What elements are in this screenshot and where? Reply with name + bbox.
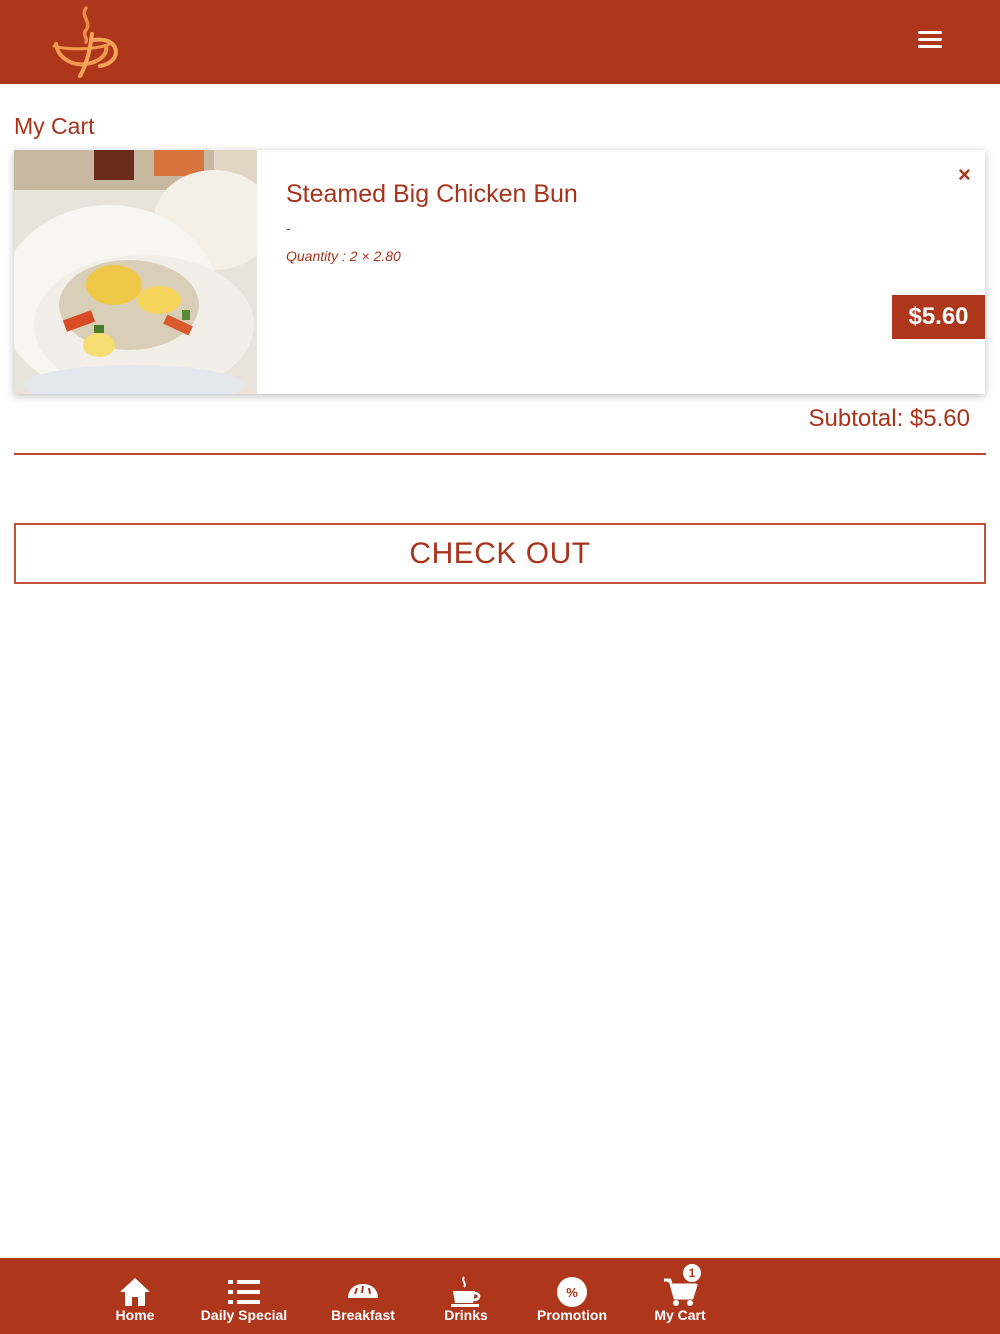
home-icon [115, 1274, 155, 1310]
hamburger-menu-icon[interactable] [912, 26, 948, 56]
bread-icon [343, 1274, 383, 1310]
coffee-cup-icon [446, 1274, 486, 1310]
cart-item-name: Steamed Big Chicken Bun [286, 180, 578, 208]
cart-item-note: - [286, 220, 291, 236]
list-icon [224, 1274, 264, 1310]
checkout-button[interactable]: CHECK OUT [14, 523, 986, 584]
cart-item-price: $5.60 [892, 295, 985, 339]
nav-drinks[interactable]: Drinks [440, 1258, 492, 1334]
subtotal: Subtotal: $5.60 [808, 405, 970, 432]
bottom-navigation: Home Daily Special Breakfast Drinks % Pr… [0, 1258, 1000, 1334]
percent-icon: % [552, 1274, 592, 1310]
page-title: My Cart [14, 113, 95, 139]
svg-text:%: % [566, 1285, 578, 1300]
cart-icon: 1 [660, 1264, 701, 1310]
nav-my-cart[interactable]: 1 My Cart [650, 1258, 710, 1334]
nav-breakfast[interactable]: Breakfast [328, 1258, 398, 1334]
nav-home[interactable]: Home [108, 1258, 162, 1334]
top-bar [0, 0, 1000, 84]
nav-promotion[interactable]: % Promotion [532, 1258, 612, 1334]
cart-count-badge: 1 [683, 1264, 701, 1282]
divider [14, 453, 986, 455]
cart-item-card: Steamed Big Chicken Bun - Quantity : 2 ×… [14, 150, 985, 394]
nav-daily-special[interactable]: Daily Special [198, 1258, 290, 1334]
chicken-bun-photo [14, 150, 257, 394]
remove-item-button[interactable]: × [958, 164, 971, 186]
cart-item-quantity: Quantity : 2 × 2.80 [286, 248, 401, 264]
coffee-cup-logo-icon[interactable] [50, 4, 124, 80]
